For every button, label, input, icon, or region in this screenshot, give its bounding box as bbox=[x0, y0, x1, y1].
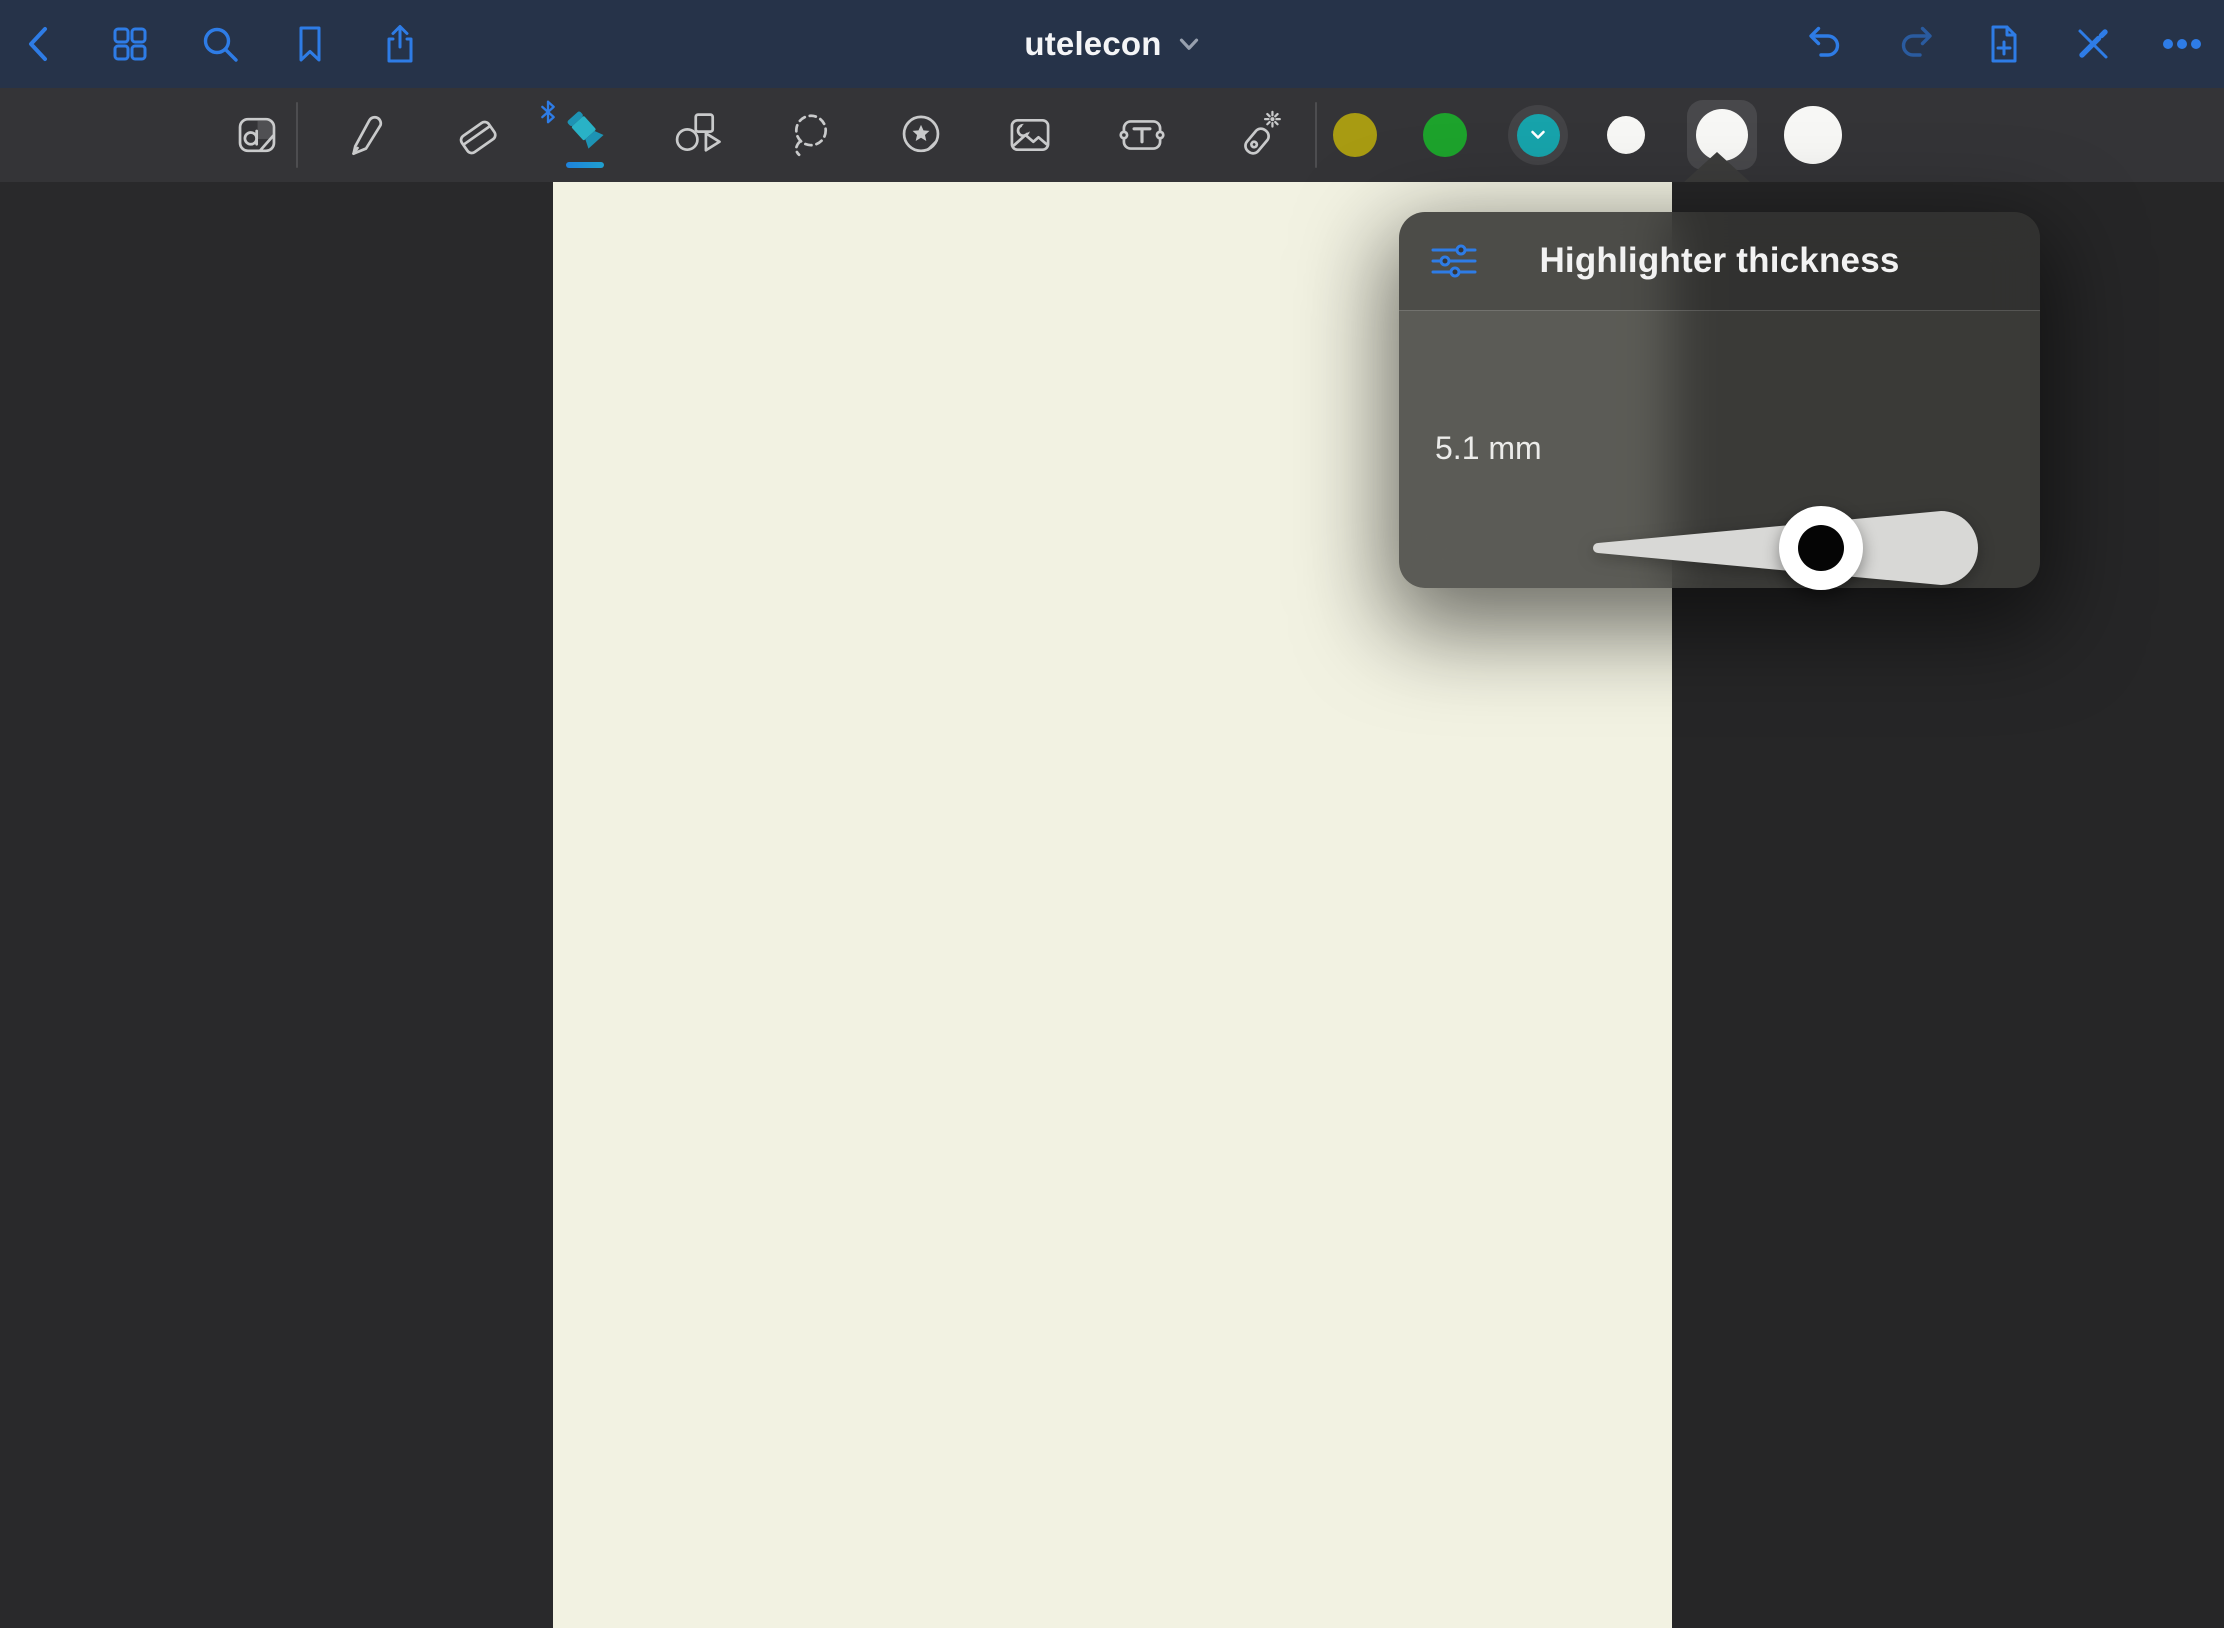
pan-mode-icon bbox=[231, 109, 283, 161]
highlighter-icon bbox=[559, 109, 611, 161]
thickness-value-label: 5.1 mm bbox=[1435, 430, 1542, 467]
text-icon bbox=[1116, 109, 1168, 161]
elements-sticker-icon bbox=[895, 109, 947, 161]
color-swatch-teal-selected[interactable] bbox=[1508, 105, 1568, 165]
undo-icon bbox=[1804, 22, 1848, 66]
redo-button[interactable] bbox=[1893, 22, 1937, 66]
bookmark-icon bbox=[288, 22, 332, 66]
search-button[interactable] bbox=[198, 22, 242, 66]
thickness-slider-row: 5.1 mm bbox=[1399, 310, 2040, 588]
ellipsis-icon bbox=[2160, 22, 2204, 66]
tool-highlighter-selected[interactable] bbox=[555, 105, 615, 165]
topbar-right-actions bbox=[1804, 0, 2204, 88]
popover-header: Highlighter thickness bbox=[1399, 212, 2040, 310]
laser-pointer-icon bbox=[1234, 109, 1286, 161]
top-navigation-bar: utelecon bbox=[0, 0, 2224, 88]
chevron-left-icon bbox=[18, 22, 62, 66]
tool-laser-pointer[interactable] bbox=[1230, 105, 1290, 165]
pen-icon bbox=[340, 109, 392, 161]
share-icon bbox=[378, 22, 422, 66]
document-title[interactable]: utelecon bbox=[1024, 25, 1161, 63]
shapes-icon bbox=[672, 109, 724, 161]
add-page-button[interactable] bbox=[1982, 22, 2026, 66]
eraser-icon bbox=[452, 109, 504, 161]
tool-lasso[interactable] bbox=[781, 105, 841, 165]
search-icon bbox=[198, 22, 242, 66]
pages-overview-button[interactable] bbox=[108, 22, 152, 66]
share-button[interactable] bbox=[378, 22, 422, 66]
grid-view-icon bbox=[108, 22, 152, 66]
tool-shapes[interactable] bbox=[668, 105, 728, 165]
pen-crossed-icon bbox=[2071, 22, 2115, 66]
add-page-icon bbox=[1982, 22, 2026, 66]
editing-mode-toggle-button[interactable] bbox=[2071, 22, 2115, 66]
more-options-button[interactable] bbox=[2160, 22, 2204, 66]
bluetooth-icon bbox=[540, 100, 556, 124]
toolbar-divider-colors bbox=[1315, 102, 1317, 168]
image-icon bbox=[1004, 109, 1056, 161]
thickness-preset-large[interactable] bbox=[1784, 106, 1842, 164]
highlighter-thickness-popover: Highlighter thickness 5.1 mm bbox=[1399, 212, 2040, 588]
bookmark-button[interactable] bbox=[288, 22, 332, 66]
slider-knob[interactable] bbox=[1779, 506, 1863, 590]
color-swatch-green[interactable] bbox=[1423, 113, 1467, 157]
chevron-down-icon[interactable] bbox=[1178, 37, 1200, 52]
tool-eraser[interactable] bbox=[448, 105, 508, 165]
slider-knob-core bbox=[1798, 525, 1844, 571]
toolbar-divider bbox=[296, 102, 298, 168]
undo-button[interactable] bbox=[1804, 22, 1848, 66]
color-swatch-yellow[interactable] bbox=[1333, 113, 1377, 157]
tool-elements[interactable] bbox=[891, 105, 951, 165]
popover-arrow bbox=[1684, 152, 1750, 182]
tool-text[interactable] bbox=[1112, 105, 1172, 165]
drawing-toolbar bbox=[0, 88, 2224, 182]
popover-title: Highlighter thickness bbox=[1399, 241, 2040, 281]
back-button[interactable] bbox=[18, 22, 62, 66]
chevron-down-icon bbox=[1530, 130, 1546, 140]
redo-icon bbox=[1893, 22, 1937, 66]
app-window: utelecon bbox=[0, 0, 2224, 1628]
color-swatch-teal-fill bbox=[1517, 114, 1560, 157]
thickness-slider-track[interactable] bbox=[1592, 508, 1978, 588]
tool-pan-mode[interactable] bbox=[227, 105, 287, 165]
thickness-preset-small[interactable] bbox=[1607, 116, 1645, 154]
tool-pen[interactable] bbox=[336, 105, 396, 165]
tool-image[interactable] bbox=[1000, 105, 1060, 165]
lasso-icon bbox=[785, 109, 837, 161]
selected-tool-underline bbox=[566, 162, 604, 168]
topbar-left-actions bbox=[18, 0, 422, 88]
